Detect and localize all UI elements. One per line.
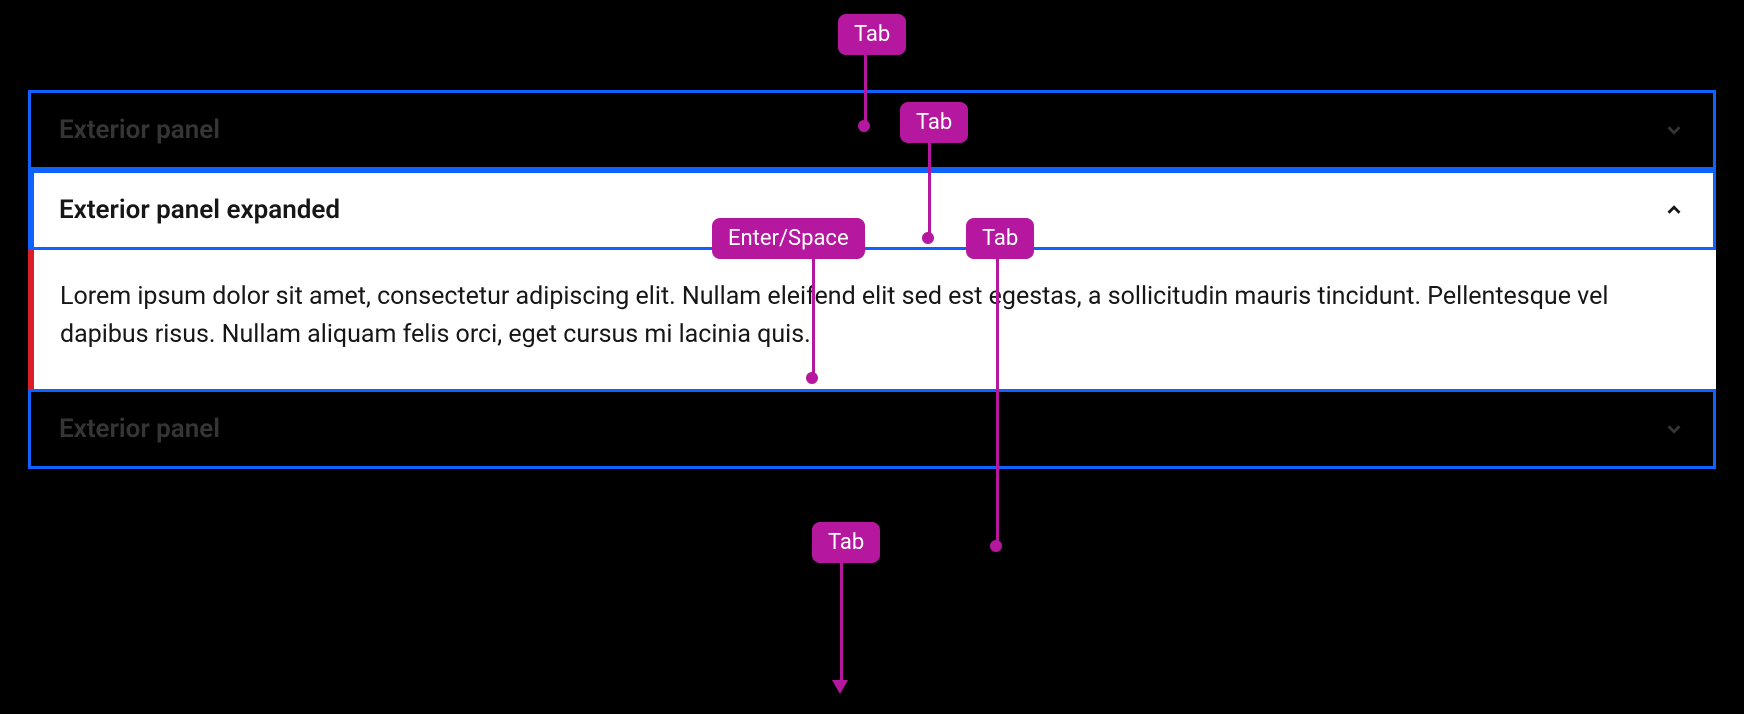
badge-tab-2: Tab [900,102,968,143]
badge-tab-2-label: Tab [916,110,952,135]
accordion-container: Exterior panel Exterior panel expanded L… [28,90,1716,469]
connector-line-4 [840,562,843,684]
panel-title-1: Exterior panel [59,115,220,145]
badge-tab-3-label: Tab [982,226,1018,251]
badge-tab-4-label: Tab [828,530,864,555]
accordion-panel-content: Lorem ipsum dolor sit amet, consectetur … [28,250,1716,389]
accordion-panel-collapsed-1[interactable]: Exterior panel [28,90,1716,170]
panel-content-text: Lorem ipsum dolor sit amet, consectetur … [60,278,1684,353]
chevron-down-icon [1663,119,1685,141]
badge-tab-3: Tab [966,218,1034,259]
badge-enter-space: Enter/Space [712,218,865,259]
connector-dot-1 [858,120,870,132]
connector-line-2 [928,142,931,238]
connector-dot-enter [806,372,818,384]
badge-tab-1: Tab [838,14,906,55]
badge-tab-1-label: Tab [854,22,890,47]
connector-dot-3 [990,540,1002,552]
accordion-panel-expanded[interactable]: Exterior panel expanded [28,170,1716,250]
chevron-up-icon [1663,199,1685,221]
connector-line-3 [996,258,999,546]
connector-dot-2 [922,232,934,244]
badge-tab-4: Tab [812,522,880,563]
connector-line-1 [864,54,867,126]
connector-arrow-4 [832,680,848,694]
chevron-down-icon [1663,418,1685,440]
panel-title-2: Exterior panel expanded [59,195,340,225]
badge-enter-space-label: Enter/Space [728,226,849,251]
panel-title-3: Exterior panel [59,414,220,444]
accordion-panel-collapsed-2[interactable]: Exterior panel [28,389,1716,469]
connector-line-enter [812,258,815,378]
